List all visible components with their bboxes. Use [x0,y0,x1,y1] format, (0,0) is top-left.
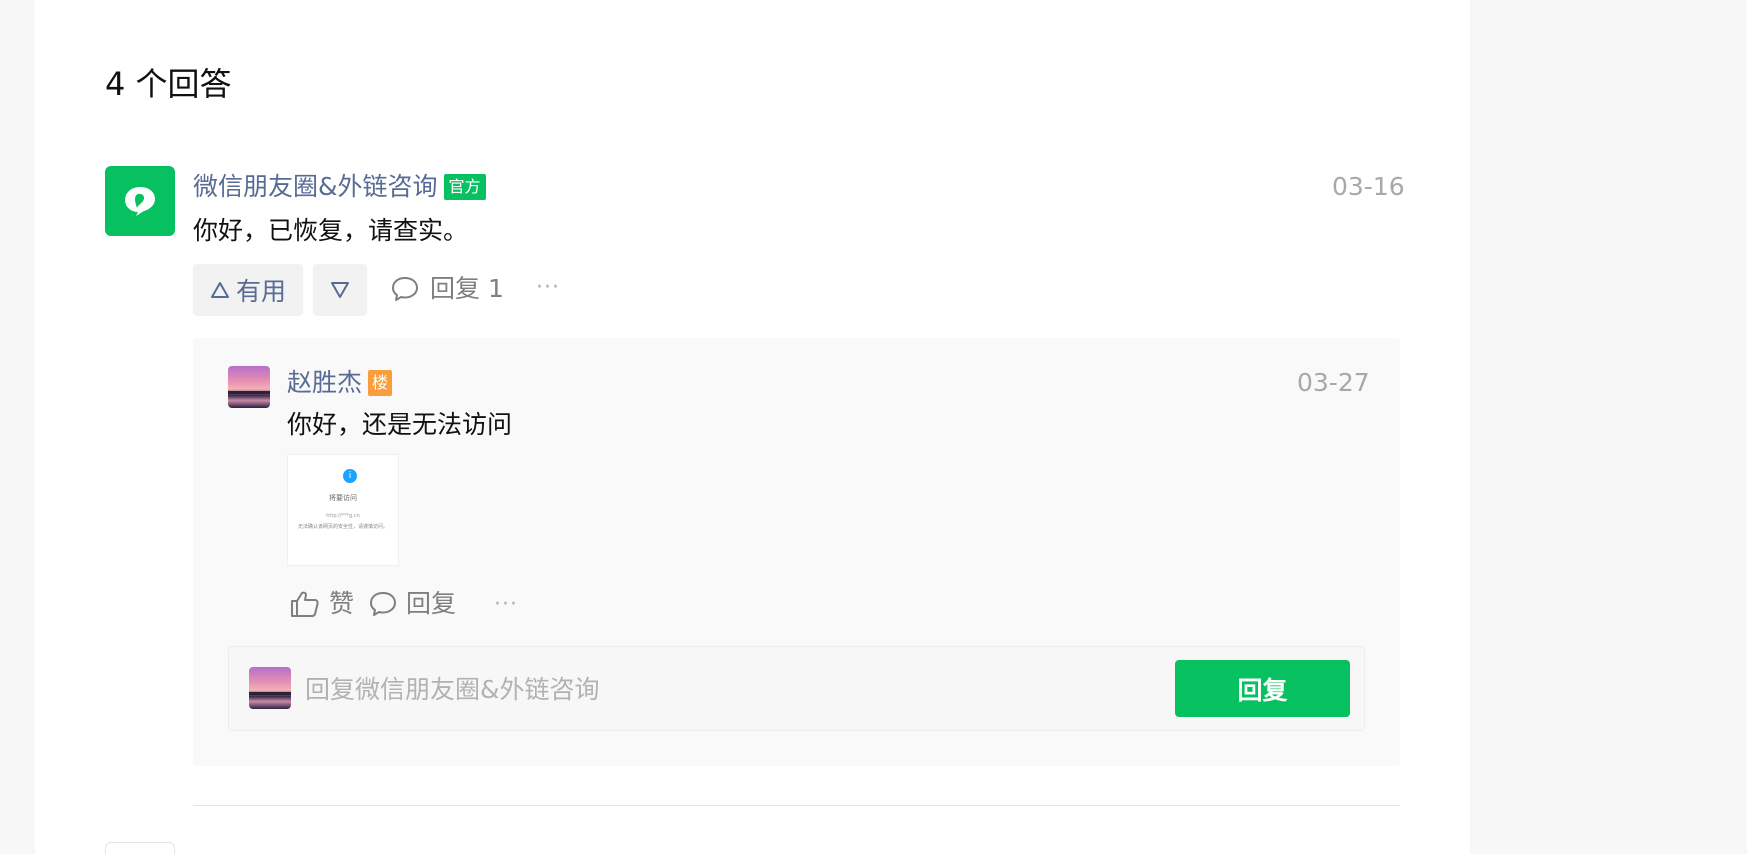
thumbs-up-icon [291,591,319,617]
not-useful-button[interactable] [313,264,367,316]
thumbnail-line-1: 将要访问 [329,494,357,502]
answer-author-name[interactable]: 微信朋友圈&外链咨询 [193,170,438,204]
reply-actions: 赞 回复 [289,586,470,622]
thumbnail-line-2: http://***g.cn [326,513,360,519]
chat-bubble-icon [125,187,155,216]
official-badge: 官方 [443,174,486,200]
triangle-up-icon [210,282,229,298]
reply-author-avatar[interactable] [228,366,270,408]
reply-count-label: 回复 1 [430,274,504,303]
answer-author: 微信朋友圈&外链咨询 官方 [193,170,486,204]
useful-label: 有用 [235,277,286,306]
official-avatar[interactable] [105,166,175,236]
useful-button[interactable]: 有用 [193,264,303,316]
answers-count-title: 4 个回答 [105,65,232,103]
reply-label: 回复 [406,589,457,618]
like-label: 赞 [329,589,355,618]
current-user-avatar [249,667,291,709]
reply-text: 你好，还是无法访问 [287,410,513,439]
reply-date: 03-27 [1297,368,1370,397]
reply-button[interactable]: 回复 [368,586,456,622]
reply-author-name[interactable]: 赵胜杰 [287,366,362,400]
floor-badge: 楼 [368,370,393,396]
info-icon: i [343,469,357,483]
more-options-icon[interactable]: ··· [536,277,560,299]
triangle-down-icon [331,282,349,298]
reply-more-options-icon[interactable]: ··· [494,594,518,616]
reply-image-thumbnail[interactable]: i 将要访问 http://***g.cn 无法确认该网页的安全性，请谨慎访问。 [287,454,399,566]
reply-count-button[interactable]: 回复 1 [390,271,504,307]
comment-icon [370,592,397,616]
answer-divider [193,805,1400,806]
like-button[interactable]: 赞 [289,586,354,622]
reply-input[interactable] [305,667,1125,711]
next-answer-avatar[interactable] [105,842,175,854]
answer-text: 你好，已恢复，请查实。 [193,216,469,245]
thumbnail-line-3: 无法确认该网页的安全性，请谨慎访问。 [297,524,388,530]
reply-author: 赵胜杰 楼 [287,366,393,400]
answer-date: 03-16 [1332,172,1405,201]
comment-icon [392,277,418,301]
submit-reply-button[interactable]: 回复 [1175,660,1350,717]
